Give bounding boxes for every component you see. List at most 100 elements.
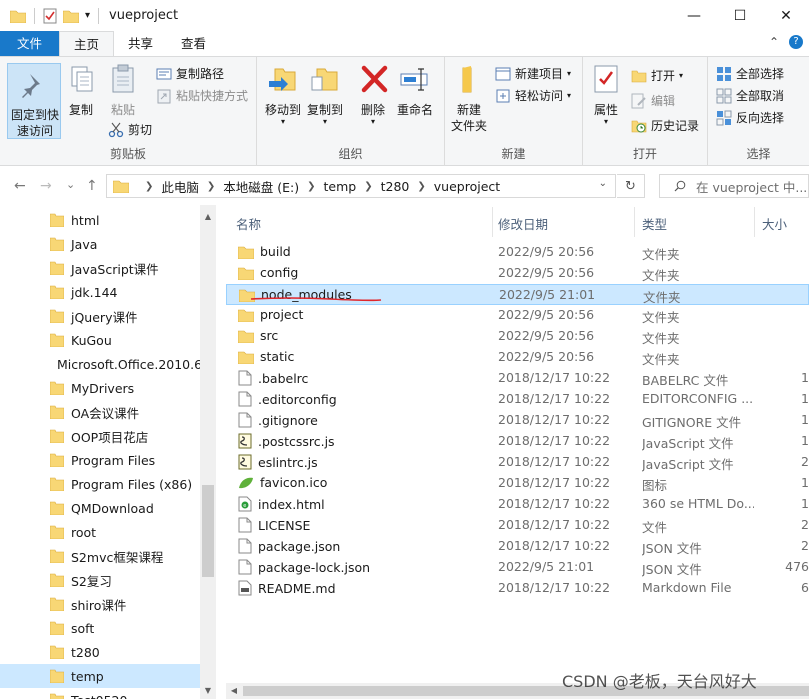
copy-to-button[interactable]: 复制到 ▾ bbox=[305, 63, 345, 126]
tab-view[interactable]: 查看 bbox=[167, 31, 220, 56]
nav-item[interactable]: S2mvc框架课程 bbox=[0, 544, 200, 568]
file-row[interactable]: package.json 2018/12/17 10:22 JSON 文件 2 bbox=[226, 536, 809, 557]
nav-item[interactable]: Test0520 bbox=[0, 688, 200, 699]
nav-item[interactable]: t280 bbox=[0, 640, 200, 664]
breadcrumb-drive[interactable]: 本地磁盘 (E:) bbox=[223, 177, 299, 196]
scroll-down-icon[interactable]: ▼ bbox=[200, 683, 216, 699]
breadcrumb-vueproject[interactable]: vueproject bbox=[434, 179, 500, 194]
column-name[interactable]: 名称 bbox=[236, 214, 261, 233]
breadcrumb-this-pc[interactable]: 此电脑 bbox=[161, 177, 199, 196]
nav-item[interactable]: html bbox=[0, 208, 200, 232]
scroll-up-icon[interactable]: ▲ bbox=[200, 209, 216, 225]
qa-dropdown-icon[interactable]: ▾ bbox=[85, 10, 90, 21]
nav-item[interactable]: JavaScript课件 bbox=[0, 256, 200, 280]
new-folder-button[interactable]: 新建 文件夹 bbox=[449, 63, 489, 134]
file-row[interactable]: .editorconfig 2018/12/17 10:22 EDITORCONFI… bbox=[226, 389, 809, 410]
nav-item[interactable]: KuGou bbox=[0, 328, 200, 352]
column-divider[interactable] bbox=[754, 207, 755, 237]
search-box[interactable]: 在 vueproject 中... bbox=[659, 174, 809, 198]
recent-locations-button[interactable]: ⌄ bbox=[66, 178, 75, 191]
help-icon[interactable]: ? bbox=[789, 35, 803, 49]
file-row[interactable]: config 2022/9/5 20:56 文件夹 bbox=[226, 263, 809, 284]
select-all-button[interactable]: 全部选择 bbox=[716, 65, 784, 82]
file-row[interactable]: eslintrc.js 2018/12/17 10:22 JavaScript 文件… bbox=[226, 452, 809, 473]
rename-button[interactable]: 重命名 bbox=[395, 63, 435, 118]
nav-item[interactable]: OOP项目花店 bbox=[0, 424, 200, 448]
copy-button[interactable]: 复制 bbox=[66, 63, 96, 118]
search-input[interactable]: 在 vueproject 中... bbox=[696, 177, 807, 196]
tab-share[interactable]: 共享 bbox=[114, 31, 167, 56]
nav-item[interactable]: Java bbox=[0, 232, 200, 256]
file-row[interactable]: e index.html 2018/12/17 10:22 360 se HTML D… bbox=[226, 494, 809, 515]
nav-item[interactable]: Program Files bbox=[0, 448, 200, 472]
file-row[interactable]: build 2022/9/5 20:56 文件夹 bbox=[226, 242, 809, 263]
scroll-left-icon[interactable]: ◀ bbox=[226, 683, 242, 699]
file-row[interactable]: README.md 2018/12/17 10:22 Markdown File 6 bbox=[226, 578, 809, 599]
column-size[interactable]: 大小 bbox=[762, 214, 787, 233]
new-folder-icon[interactable] bbox=[63, 9, 79, 23]
address-dropdown-icon[interactable]: ⌄ bbox=[599, 178, 607, 189]
nav-item[interactable]: shiro课件 bbox=[0, 592, 200, 616]
column-divider[interactable] bbox=[492, 207, 493, 237]
chevron-right-icon[interactable]: ❯ bbox=[364, 181, 372, 192]
edit-button[interactable]: 编辑 bbox=[631, 92, 675, 109]
easy-access-button[interactable]: 轻松访问 ▾ bbox=[495, 87, 571, 104]
file-row[interactable]: .postcssrc.js 2018/12/17 10:22 JavaScript … bbox=[226, 431, 809, 452]
file-row[interactable]: src 2022/9/5 20:56 文件夹 bbox=[226, 326, 809, 347]
forward-button[interactable]: → bbox=[40, 178, 52, 194]
nav-item[interactable]: jdk.144 bbox=[0, 280, 200, 304]
paste-shortcut-button[interactable]: 粘贴快捷方式 bbox=[156, 87, 248, 104]
maximize-button[interactable]: ☐ bbox=[717, 0, 763, 31]
cut-button[interactable]: 剪切 bbox=[108, 121, 152, 138]
nav-item[interactable]: S2复习 bbox=[0, 568, 200, 592]
nav-item[interactable]: OA会议课件 bbox=[0, 400, 200, 424]
nav-item[interactable]: temp bbox=[0, 664, 200, 688]
nav-item[interactable]: MyDrivers bbox=[0, 376, 200, 400]
address-bar[interactable]: ❯ 此电脑 ❯ 本地磁盘 (E:) ❯ temp ❯ t280 ❯ vuepro… bbox=[106, 174, 616, 198]
nav-item[interactable]: Microsoft.Office.2010.64 bbox=[0, 352, 200, 376]
select-none-button[interactable]: 全部取消 bbox=[716, 87, 784, 104]
nav-item[interactable]: QMDownload bbox=[0, 496, 200, 520]
properties-button[interactable]: 属性 ▾ bbox=[589, 63, 623, 126]
close-button[interactable]: ✕ bbox=[763, 0, 809, 31]
chevron-right-icon[interactable]: ❯ bbox=[207, 181, 215, 192]
navigation-pane-scrollbar[interactable]: ▲ ▼ bbox=[200, 205, 216, 699]
minimize-button[interactable]: — bbox=[671, 0, 717, 31]
file-size: 2 bbox=[801, 517, 809, 532]
copy-path-button[interactable]: 复制路径 bbox=[156, 65, 224, 82]
refresh-button[interactable]: ↻ bbox=[617, 174, 645, 198]
nav-item[interactable]: root bbox=[0, 520, 200, 544]
collapse-ribbon-icon[interactable]: ⌃ bbox=[769, 35, 779, 49]
scroll-thumb[interactable] bbox=[202, 485, 214, 577]
file-row[interactable]: package-lock.json 2022/9/5 21:01 JSON 文件 47… bbox=[226, 557, 809, 578]
invert-selection-button[interactable]: 反向选择 bbox=[716, 109, 784, 126]
file-row[interactable]: project 2022/9/5 20:56 文件夹 bbox=[226, 305, 809, 326]
up-button[interactable]: ↑ bbox=[86, 178, 98, 194]
properties-check-icon[interactable] bbox=[43, 8, 57, 24]
tab-file[interactable]: 文件 bbox=[0, 31, 60, 56]
chevron-right-icon[interactable]: ❯ bbox=[307, 181, 315, 192]
nav-item[interactable]: Program Files (x86) bbox=[0, 472, 200, 496]
chevron-right-icon[interactable]: ❯ bbox=[417, 181, 425, 192]
file-row[interactable]: favicon.ico 2018/12/17 10:22 图标 1 bbox=[226, 473, 809, 494]
tab-home[interactable]: 主页 bbox=[59, 31, 115, 56]
history-button[interactable]: 历史记录 bbox=[631, 117, 699, 134]
delete-button[interactable]: 删除 ▾ bbox=[358, 63, 388, 126]
column-divider[interactable] bbox=[634, 207, 635, 237]
open-button[interactable]: 打开 ▾ bbox=[631, 67, 683, 84]
file-row[interactable]: static 2022/9/5 20:56 文件夹 bbox=[226, 347, 809, 368]
column-type[interactable]: 类型 bbox=[642, 214, 667, 233]
new-item-button[interactable]: 新建项目 ▾ bbox=[495, 65, 571, 82]
column-date[interactable]: 修改日期 bbox=[498, 214, 548, 233]
file-row[interactable]: .gitignore 2018/12/17 10:22 GITIGNORE 文件 1 bbox=[226, 410, 809, 431]
nav-item[interactable]: soft bbox=[0, 616, 200, 640]
file-row[interactable]: .babelrc 2018/12/17 10:22 BABELRC 文件 1 bbox=[226, 368, 809, 389]
paste-button[interactable]: 粘贴 bbox=[106, 63, 140, 118]
back-button[interactable]: ← bbox=[14, 178, 26, 194]
breadcrumb-temp[interactable]: temp bbox=[324, 179, 357, 194]
nav-item[interactable]: jQuery课件 bbox=[0, 304, 200, 328]
pin-quick-access-button[interactable]: 固定到快速访问 bbox=[7, 63, 61, 139]
breadcrumb-t280[interactable]: t280 bbox=[381, 179, 410, 194]
move-to-button[interactable]: 移动到 ▾ bbox=[263, 63, 303, 126]
file-row[interactable]: LICENSE 2018/12/17 10:22 文件 2 bbox=[226, 515, 809, 536]
